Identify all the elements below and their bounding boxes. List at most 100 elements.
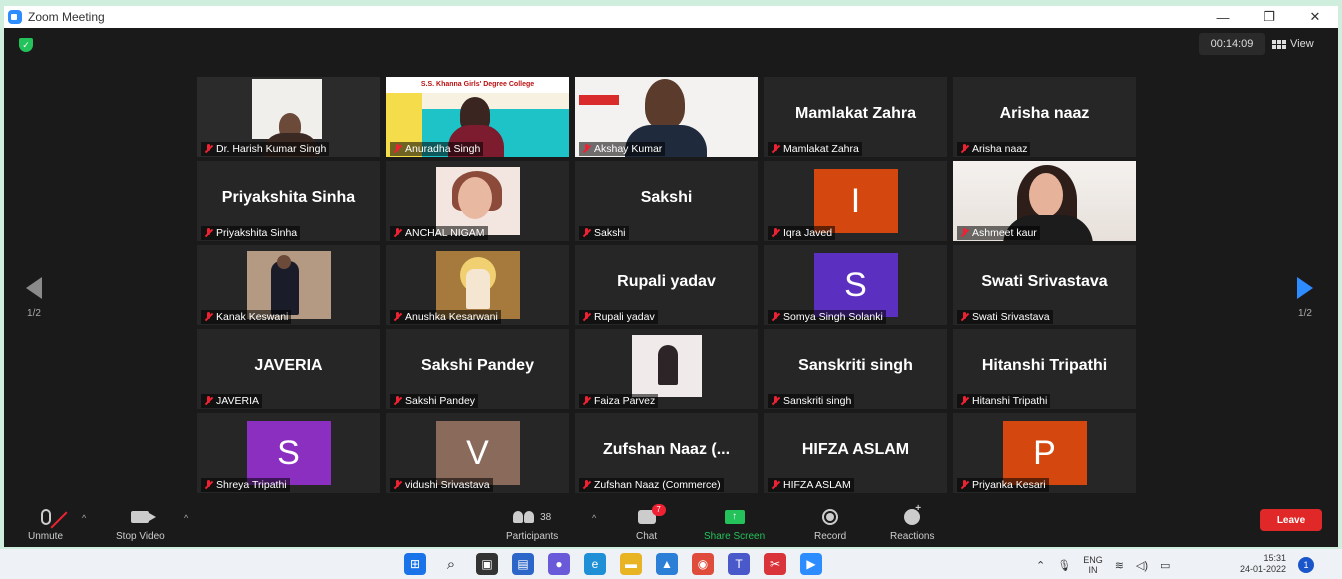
- participant-name-label: vidushi Srivastava: [390, 478, 493, 492]
- minimize-button[interactable]: —: [1200, 6, 1246, 28]
- participant-tile[interactable]: ANCHAL NIGAM: [386, 161, 569, 241]
- reactions-icon: [904, 503, 921, 525]
- participants-count: 38: [540, 511, 552, 523]
- chrome-browser-icon[interactable]: ◉: [692, 553, 714, 575]
- participant-tile[interactable]: Anushka Kesarwani: [386, 245, 569, 325]
- participant-name: Faiza Parvez: [594, 395, 656, 407]
- participant-name: Priyanka Kesari: [972, 479, 1046, 491]
- reactions-button[interactable]: Reactions: [890, 503, 934, 542]
- window-controls: — ❐ ✕: [1200, 6, 1338, 28]
- participant-name: Akshay Kumar: [594, 143, 663, 155]
- participants-button[interactable]: 38 Participants: [506, 507, 558, 542]
- participant-name: JAVERIA: [216, 395, 259, 407]
- participant-tile[interactable]: P Priyanka Kesari: [953, 413, 1136, 493]
- participant-name-label: Iqra Javed: [768, 226, 836, 240]
- close-button[interactable]: ✕: [1292, 6, 1338, 28]
- participant-name: Arisha naaz: [972, 143, 1028, 155]
- microphone-muted-icon: [960, 228, 969, 238]
- video-options-caret[interactable]: ^: [184, 513, 188, 523]
- widgets-icon[interactable]: ▤: [512, 553, 534, 575]
- participant-tile[interactable]: JAVERIA JAVERIA: [197, 329, 380, 409]
- participant-name: Anuradha Singh: [405, 143, 481, 155]
- participant-tile[interactable]: I Iqra Javed: [764, 161, 947, 241]
- participant-name: Anushka Kesarwani: [405, 311, 498, 323]
- participant-tile[interactable]: Sakshi Sakshi: [575, 161, 758, 241]
- participant-tile[interactable]: Vvidushi Srivastava: [386, 413, 569, 493]
- microphone-muted-icon: [204, 228, 213, 238]
- unmute-label: Unmute: [28, 531, 64, 542]
- participant-display-name: JAVERIA: [254, 357, 323, 374]
- leave-button[interactable]: Leave: [1260, 509, 1322, 531]
- participant-tile[interactable]: Kanak Keswani: [197, 245, 380, 325]
- participant-tile[interactable]: Rupali yadav Rupali yadav: [575, 245, 758, 325]
- participant-tile[interactable]: Swati Srivastava Swati Srivastava: [953, 245, 1136, 325]
- participant-display-name: Arisha naaz: [999, 105, 1090, 122]
- wifi-icon[interactable]: ≋: [1115, 559, 1124, 572]
- participant-name-label: Sanskriti singh: [768, 394, 855, 408]
- participant-tile[interactable]: Dr. Harish Kumar Singh: [197, 77, 380, 157]
- task-view-icon[interactable]: ▣: [476, 553, 498, 575]
- participant-tile[interactable]: Sanskriti singh Sanskriti singh: [764, 329, 947, 409]
- unmute-button[interactable]: Unmute: [28, 507, 67, 542]
- participant-tile[interactable]: S Somya Singh Solanki: [764, 245, 947, 325]
- participant-tile[interactable]: Priyakshita Sinha Priyakshita Sinha: [197, 161, 380, 241]
- edge-browser-icon[interactable]: e: [584, 553, 606, 575]
- windows-start-icon[interactable]: ⊞: [404, 553, 426, 575]
- participant-tile[interactable]: Ashmeet kaur: [953, 161, 1136, 241]
- stop-video-button[interactable]: Stop Video: [116, 507, 165, 542]
- microphone-muted-icon: [204, 144, 213, 154]
- view-button[interactable]: View: [1272, 33, 1314, 55]
- microphone-muted-icon: [582, 144, 591, 154]
- microphone-muted-icon: [582, 480, 591, 490]
- file-explorer-icon[interactable]: ▬: [620, 553, 642, 575]
- participant-tile[interactable]: S Shreya Tripathi: [197, 413, 380, 493]
- participant-name-label: Zufshan Naaz (Commerce): [579, 478, 724, 492]
- page-indicator-right: 1/2: [1298, 308, 1312, 319]
- share-screen-icon: ↑: [724, 510, 745, 524]
- notification-badge[interactable]: 1: [1298, 557, 1314, 573]
- clock-date: 24-01-2022: [1239, 564, 1286, 574]
- battery-icon[interactable]: ▭: [1160, 559, 1170, 572]
- participant-video: [246, 251, 331, 319]
- microphone-muted-icon: [204, 480, 213, 490]
- chevron-up-icon[interactable]: ⌃: [1036, 559, 1045, 572]
- participant-name-label: Hitanshi Tripathi: [957, 394, 1051, 408]
- record-button[interactable]: Record: [814, 507, 846, 542]
- language-indicator[interactable]: ENG IN: [1083, 555, 1103, 575]
- teams-chat-icon[interactable]: ●: [548, 553, 570, 575]
- chat-button[interactable]: 7 Chat: [636, 504, 666, 542]
- participant-tile[interactable]: Mamlakat Zahra Mamlakat Zahra: [764, 77, 947, 157]
- encryption-shield-icon[interactable]: ✓: [19, 38, 33, 52]
- previous-page-button[interactable]: [22, 276, 46, 300]
- video-camera-icon: [131, 511, 157, 523]
- zoom-taskbar-icon[interactable]: ▶: [800, 553, 822, 575]
- audio-options-caret[interactable]: ^: [82, 513, 86, 523]
- teams-icon[interactable]: T: [728, 553, 750, 575]
- participant-tile[interactable]: Akshay Kumar: [575, 77, 758, 157]
- participant-avatar: V: [435, 421, 520, 485]
- participant-tile[interactable]: Zufshan Naaz (... Zufshan Naaz (Commerce): [575, 413, 758, 493]
- snipping-tool-icon[interactable]: ✂: [764, 553, 786, 575]
- microphone-tray-icon[interactable]: 🎙: [1057, 559, 1071, 572]
- participant-avatar: P: [1002, 421, 1087, 485]
- maximize-button[interactable]: ❐: [1246, 6, 1292, 28]
- photos-icon[interactable]: ▲: [656, 553, 678, 575]
- microphone-muted-icon: [582, 396, 591, 406]
- arrow-left-icon: [26, 277, 42, 299]
- participant-tile[interactable]: S.S. Khanna Girls' Degree College Anuradh…: [386, 77, 569, 157]
- participants-options-caret[interactable]: ^: [592, 513, 596, 523]
- share-screen-button[interactable]: ↑ Share Screen: [704, 507, 765, 542]
- microphone-muted-icon: [960, 144, 969, 154]
- volume-icon[interactable]: ◁): [1136, 559, 1148, 572]
- participant-tile[interactable]: Arisha naaz Arisha naaz: [953, 77, 1136, 157]
- participant-tile[interactable]: Sakshi Pandey Sakshi Pandey: [386, 329, 569, 409]
- next-page-button[interactable]: [1293, 276, 1317, 300]
- participant-tile[interactable]: Faiza Parvez: [575, 329, 758, 409]
- participant-avatar: S: [813, 253, 898, 317]
- participant-name: Shreya Tripathi: [216, 479, 287, 491]
- share-screen-label: Share Screen: [704, 531, 766, 542]
- participant-tile[interactable]: HIFZA ASLAM HIFZA ASLAM: [764, 413, 947, 493]
- participant-tile[interactable]: Hitanshi Tripathi Hitanshi Tripathi: [953, 329, 1136, 409]
- search-icon[interactable]: ⌕: [440, 553, 462, 575]
- taskbar-clock[interactable]: 15:31 24-01-2022: [1226, 553, 1286, 575]
